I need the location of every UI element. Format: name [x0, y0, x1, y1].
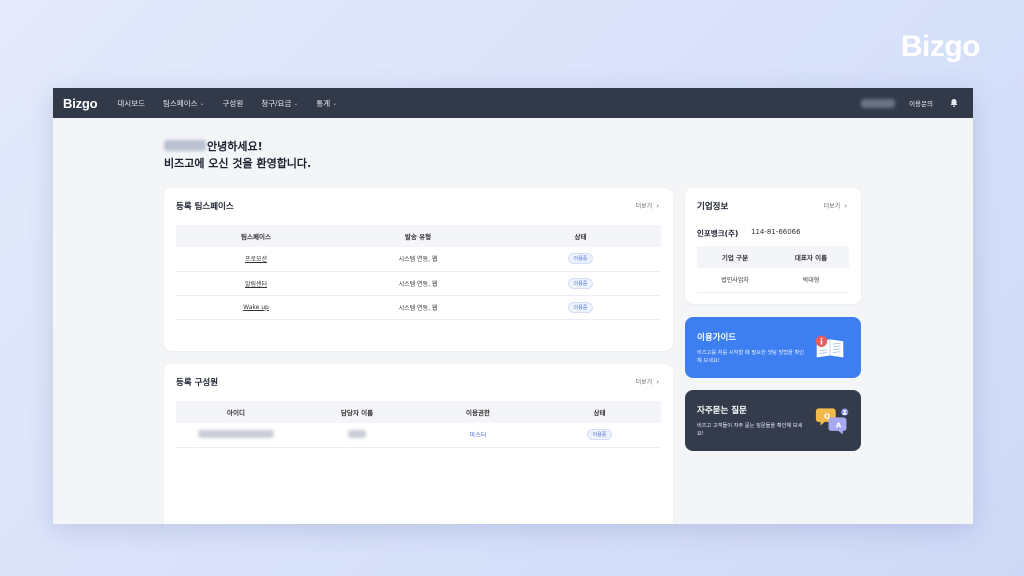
guide-book-icon: [815, 335, 844, 358]
chevron-right-icon: ›: [656, 201, 659, 210]
column-header: 아이디: [176, 401, 296, 423]
table-row: 마스터 이용중: [176, 423, 661, 448]
column-header: 이용권한: [418, 401, 538, 423]
column-header: 담당자 이름: [296, 401, 418, 423]
card-title: 등록 구성원: [176, 378, 219, 388]
user-guide-banner[interactable]: 이용가이드 비즈고를 처음 시작할 때 필요한 셋팅 방법을 확인해 보세요!: [685, 317, 861, 378]
user-name-blurred: [164, 140, 206, 151]
teamspace-link[interactable]: 알림센터: [245, 281, 267, 288]
status-badge: 이용중: [567, 301, 594, 313]
banner-description: 비즈고 고객들이 자주 묻는 질문들을 확인해 보세요!: [697, 423, 803, 437]
faq-banner[interactable]: 자주묻는 질문 비즈고 고객들이 자주 묻는 질문들을 확인해 보세요! Q A: [685, 390, 861, 451]
bell-icon[interactable]: [949, 98, 959, 108]
company-table: 기업 구분 대표자 이름 법인사업자 박대형: [697, 246, 849, 293]
chevron-right-icon: ›: [844, 201, 847, 210]
table-row: Wake up 시스템 연동, 웹 이용중: [176, 295, 661, 320]
nav-item-stats[interactable]: 통계 ⌄: [316, 98, 337, 109]
qa-chat-icon: Q A: [815, 408, 849, 435]
card-title: 기업정보: [697, 202, 729, 212]
status-badge: 이용중: [567, 253, 594, 265]
card-title: 등록 팀스페이스: [176, 202, 234, 212]
teamspace-card: 등록 팀스페이스 더보기 › 팀스페이스 발송 유형 상태 프로모션 시스템 연동…: [164, 188, 673, 351]
table-row: 알림센터 시스템 연동, 웹 이용중: [176, 271, 661, 296]
column-header: 대표자 이름: [773, 246, 849, 268]
more-link[interactable]: 더보기 ›: [636, 377, 659, 387]
column-header: 기업 구분: [697, 246, 773, 268]
company-name: 인포뱅크(주): [697, 229, 739, 238]
chevron-down-icon: ⌄: [199, 99, 205, 107]
nav-item-teamspace[interactable]: 팀스페이스 ⌄: [163, 98, 205, 109]
teamspace-link[interactable]: Wake up: [243, 304, 269, 311]
chevron-down-icon: ⌄: [293, 99, 299, 107]
column-header: 팀스페이스: [176, 225, 336, 247]
inquiry-link[interactable]: 이용문의: [909, 98, 933, 108]
banner-description: 비즈고를 처음 시작할 때 필요한 셋팅 방법을 확인해 보세요!: [697, 350, 804, 364]
more-link[interactable]: 더보기 ›: [824, 201, 847, 211]
top-navigation: Bizgo 대시보드 팀스페이스 ⌄ 구성원 청구/요금 ⌄ 통계 ⌄ 이용문의: [53, 88, 973, 118]
members-card: 등록 구성원 더보기 › 아이디 담당자 이름 이용권한 상태 마스터 이용중: [164, 364, 673, 524]
brand-logo: Bizgo: [900, 30, 981, 63]
more-link[interactable]: 더보기 ›: [636, 201, 659, 211]
column-header: 상태: [538, 401, 661, 423]
business-number: 114-81-66066: [751, 228, 801, 236]
send-type: 시스템 연동, 웹: [336, 295, 500, 320]
teamspace-table: 팀스페이스 발송 유형 상태 프로모션 시스템 연동, 웹 이용중 알림센터 시…: [176, 225, 661, 320]
company-type: 법인사업자: [697, 268, 773, 293]
table-row: 프로모션 시스템 연동, 웹 이용중: [176, 247, 661, 272]
chevron-down-icon: ⌄: [332, 99, 338, 107]
nav-item-members[interactable]: 구성원: [223, 98, 244, 109]
nav-item-billing[interactable]: 청구/요금 ⌄: [261, 98, 298, 109]
banner-title: 이용가이드: [697, 333, 737, 343]
member-name-blurred: [348, 429, 366, 438]
member-role: 마스터: [469, 432, 487, 440]
user-name-blurred[interactable]: [861, 98, 896, 108]
send-type: 시스템 연동, 웹: [336, 271, 500, 296]
teamspace-link[interactable]: 프로모션: [245, 256, 267, 263]
nav-item-dashboard[interactable]: 대시보드: [117, 98, 145, 109]
app-window: Bizgo 대시보드 팀스페이스 ⌄ 구성원 청구/요금 ⌄ 통계 ⌄ 이용문의 안녕…: [53, 88, 973, 524]
status-badge: 이용중: [567, 277, 594, 289]
status-badge: 이용중: [586, 429, 613, 441]
banner-title: 자주묻는 질문: [697, 406, 747, 416]
greeting: 안녕하세요! 비즈고에 오신 것을 환영합니다.: [164, 140, 312, 170]
column-header: 발송 유형: [336, 225, 500, 247]
members-table: 아이디 담당자 이름 이용권한 상태 마스터 이용중: [176, 401, 661, 448]
chevron-right-icon: ›: [656, 377, 659, 386]
column-header: 상태: [500, 225, 661, 247]
ceo-name: 박대형: [773, 268, 849, 293]
member-id-blurred: [198, 429, 274, 438]
send-type: 시스템 연동, 웹: [336, 247, 500, 272]
app-logo[interactable]: Bizgo: [63, 96, 98, 111]
svg-text:A: A: [836, 420, 842, 429]
company-info-card: 기업정보 더보기 › 인포뱅크(주) 114-81-66066 기업 구분 대표자…: [685, 188, 861, 304]
dashboard-content: 안녕하세요! 비즈고에 오신 것을 환영합니다. 등록 팀스페이스 더보기 › 팀…: [53, 118, 973, 524]
table-row: 법인사업자 박대형: [697, 268, 849, 293]
